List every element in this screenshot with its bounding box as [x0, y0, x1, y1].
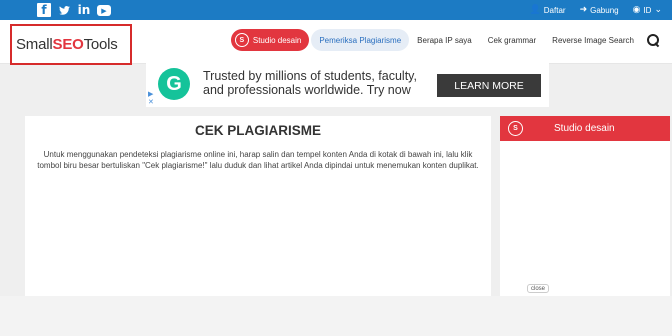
globe-icon: ◉	[632, 5, 641, 15]
search-icon[interactable]	[646, 33, 660, 47]
language-selector[interactable]: ◉ ID ⌄	[633, 5, 662, 15]
nav-reverse-image[interactable]: Reverse Image Search	[544, 36, 642, 45]
user-icon: 👤	[529, 5, 541, 15]
ad-text: Trusted by millions of students, faculty…	[203, 69, 417, 97]
nav-grammar[interactable]: Cek grammar	[480, 36, 544, 45]
sidebar-design-studio-header[interactable]: S Studio desain	[500, 116, 670, 141]
nav-plagiarism-checker[interactable]: Pemeriksa Plagiarisme	[311, 29, 410, 51]
logo-part-seo: SEO	[52, 36, 84, 53]
learn-more-button[interactable]: LEARN MORE	[437, 74, 541, 97]
page-description: Untuk menggunakan pendeteksi plagiarisme…	[37, 150, 479, 170]
linkedin-icon[interactable]: in	[77, 3, 91, 17]
nav-design-studio[interactable]: S Studio desain	[230, 29, 310, 51]
nav-design-studio-label: Studio desain	[252, 35, 302, 45]
login-label: Gabung	[590, 5, 619, 15]
site-header: SmallSEOTools S Studio desain Pemeriksa …	[0, 20, 672, 65]
design-studio-icon: S	[508, 121, 523, 136]
sidebar-title: Studio desain	[554, 123, 615, 134]
language-label: ID	[643, 5, 652, 15]
register-link[interactable]: 👤 Daftar	[530, 5, 566, 15]
ad-banner[interactable]: G Trusted by millions of students, facul…	[146, 63, 549, 107]
bottom-strip	[0, 296, 672, 336]
twitter-icon[interactable]	[57, 3, 71, 17]
register-label: Daftar	[543, 5, 566, 15]
grammarly-logo: G	[158, 68, 190, 100]
close-button[interactable]: close	[527, 284, 549, 293]
ad-choices-icon[interactable]: ▶ ✕	[148, 91, 154, 107]
nav-my-ip[interactable]: Berapa IP saya	[409, 36, 480, 45]
main-content: CEK PLAGIARISME Untuk menggunakan pendet…	[25, 116, 491, 296]
youtube-icon[interactable]: ▶	[97, 5, 111, 16]
top-bar: f in ▶ 👤 Daftar ➜ Gabung ◉ ID ⌄	[0, 0, 672, 20]
logo-part-small: Small	[16, 36, 53, 53]
logo-highlight: SmallSEOTools	[10, 24, 132, 65]
site-logo[interactable]: SmallSEOTools	[16, 36, 118, 53]
sidebar-panel: S Studio desain	[500, 116, 670, 296]
main-nav: S Studio desain Pemeriksa Plagiarisme Be…	[230, 29, 660, 51]
sign-in-icon: ➜	[579, 5, 588, 15]
login-link[interactable]: ➜ Gabung	[580, 5, 619, 15]
facebook-icon[interactable]: f	[37, 3, 51, 17]
logo-part-tools: Tools	[83, 36, 118, 53]
page-title: CEK PLAGIARISME	[194, 123, 321, 138]
design-studio-icon: S	[234, 33, 249, 47]
chevron-down-icon: ⌄	[654, 5, 662, 15]
